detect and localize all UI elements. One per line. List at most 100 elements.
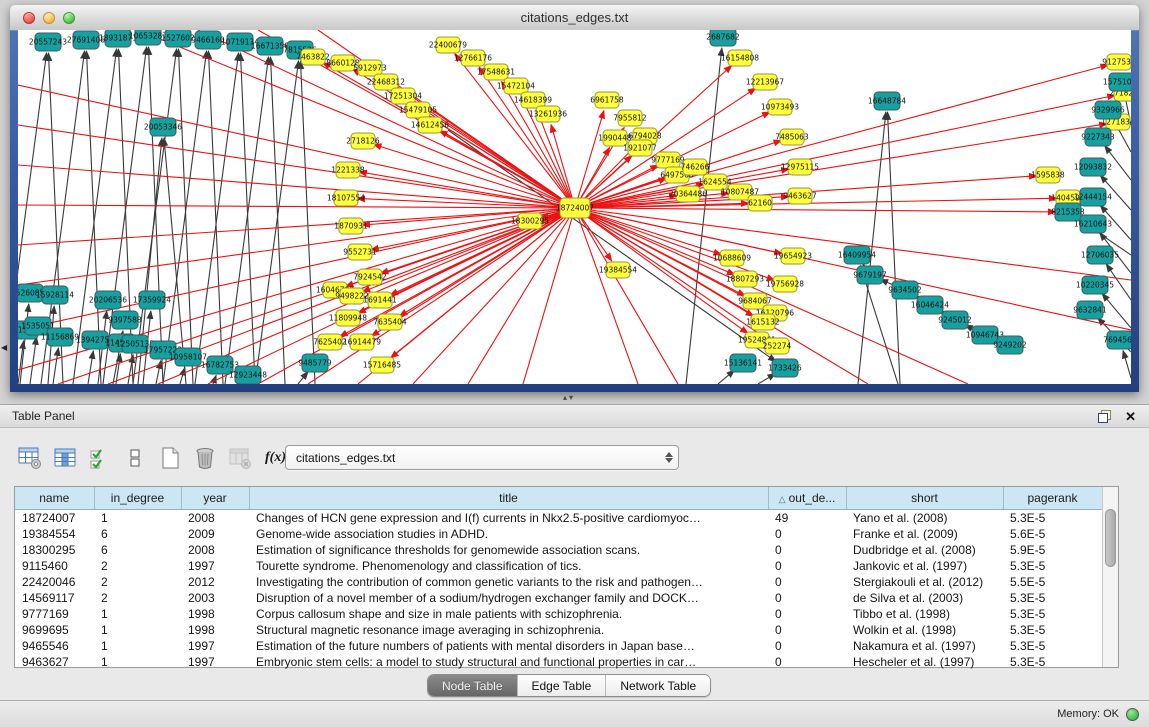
table-selector-value: citations_edges.txt [286,451,660,465]
node-label: 1595838 [1031,171,1065,180]
node-label: 17548631 [477,68,515,77]
table-cell: 0 [768,542,846,558]
node-label: 9679197 [853,271,887,280]
split-pane-handle[interactable]: ▴▾ [563,393,575,402]
node-label: 12706035 [1081,251,1119,260]
node-label: 15472104 [497,82,535,91]
node-label: 12213967 [746,78,784,87]
node-label: 9498222 [335,292,369,301]
node-label: 16782753 [201,361,239,370]
sort-ascending-icon: △ [779,494,786,504]
table-cell: 0 [768,606,846,622]
node-table-grid[interactable]: namein_degreeyeartitle△out_de...shortpag… [15,487,1103,670]
table-vertical-scrollbar[interactable] [1102,487,1118,667]
combo-stepper-icon [660,446,678,469]
table-cell: 1997 [181,654,249,670]
table-cell: 9463627 [15,654,94,670]
table-row[interactable]: 911546021997Tourette syndrome. Phenomeno… [15,558,1102,574]
float-panel-icon[interactable] [1098,410,1111,423]
table-cell: 6 [94,526,181,542]
table-header-row[interactable]: namein_degreeyeartitle△out_de...shortpag… [15,487,1102,510]
node-label: 1615132 [746,318,780,327]
table-row[interactable]: 1830029562008Estimation of significance … [15,542,1102,558]
node-label: 22400679 [429,41,467,50]
table-row[interactable]: 1872400712008Changes of HCN gene express… [15,510,1102,527]
node-label: 17359924 [133,296,171,305]
table-cell: 5.3E-5 [1003,606,1102,622]
node-label: 13261936 [529,110,567,119]
column-header[interactable]: name [15,487,94,510]
delete-column-icon[interactable] [191,444,219,472]
table-row[interactable]: 1456911722003Disruption of a novel membe… [15,590,1102,606]
node-label: 11156869 [41,333,79,342]
collapse-panel-icon[interactable]: ◀ [1,343,7,352]
tab-network-table[interactable]: Network Table [606,675,710,696]
column-header[interactable]: title [249,487,768,510]
table-cell: 5.5E-5 [1003,574,1102,590]
node-label: 7485063 [775,133,809,142]
node-label: 7694561 [1103,336,1131,345]
node-label: 19384554 [599,266,637,275]
table-cell: Yano et al. (2008) [846,510,1003,527]
node-label: 9466160 [191,36,225,45]
node-label: 12766176 [454,54,492,63]
table-cell: 5.3E-5 [1003,638,1102,654]
table-row[interactable]: 1938455462009Genome-wide association stu… [15,526,1102,542]
network-canvas[interactable]: 1872400720557243276914061893187110653287… [18,30,1131,384]
node-label: 1990448 [598,134,632,143]
function-builder-icon[interactable]: f(x) [265,450,286,466]
table-cell: Jankovic et al. (1997) [846,558,1003,574]
table-cell: Nakamura et al. (1997) [846,638,1003,654]
table-panel-header: Table Panel ✕ [0,404,1149,428]
window-titlebar[interactable]: citations_edges.txt [10,5,1139,31]
table-row[interactable]: 969969511998Structural magnetic resonanc… [15,622,1102,638]
node-label: 9245012 [938,316,972,325]
table-panel-title: Table Panel [12,409,75,423]
table-row[interactable]: 2242004622012Investigating the contribut… [15,574,1102,590]
node-label: 18724007 [556,204,594,213]
column-visibility-icon[interactable] [51,444,79,472]
zoom-window-icon[interactable] [63,12,75,24]
table-selector[interactable]: citations_edges.txt [285,445,679,470]
minimize-window-icon[interactable] [43,12,55,24]
create-column-icon[interactable] [156,444,184,472]
rows-icon[interactable] [121,444,149,472]
column-header[interactable]: short [846,487,1003,510]
node-label: 1624554 [698,178,732,187]
table-row[interactable]: 946362711997Embryonic stem cells: a mode… [15,654,1102,670]
memory-status-icon[interactable] [1126,708,1139,721]
table-cell: 5.3E-5 [1003,654,1102,670]
node-label: 16409954 [838,251,876,260]
table-cell: 1998 [181,606,249,622]
table-tabs: Node TableEdge TableNetwork Table [427,674,711,697]
table-row[interactable]: 977716911998Corpus callosum shape and si… [15,606,1102,622]
column-header[interactable]: △out_de... [768,487,846,510]
row-selection-icon[interactable] [86,444,114,472]
node-label: 20053346 [144,123,182,132]
table-cell: Structural magnetic resonance image aver… [249,622,768,638]
node-label: 16210643 [1074,220,1112,229]
column-header[interactable]: year [181,487,249,510]
tab-edge-table[interactable]: Edge Table [518,675,607,696]
node-label: 19756928 [766,280,804,289]
delete-table-icon [226,444,254,472]
close-panel-icon[interactable]: ✕ [1125,410,1136,423]
table-cell: 1 [94,606,181,622]
node-label: 18807293 [726,275,764,284]
node-label: 6794028 [628,132,662,141]
table-row[interactable]: 946554611997Estimation of the future num… [15,638,1102,654]
node-label: 252274 [763,342,792,351]
table-mode-icon[interactable] [16,444,44,472]
table-cell: 2 [94,558,181,574]
table-cell: 2009 [181,526,249,542]
scrollbar-thumb[interactable] [1105,509,1116,567]
close-window-icon[interactable] [23,12,35,24]
node-label: 9634502 [888,286,922,295]
tab-node-table[interactable]: Node Table [428,675,518,696]
column-header[interactable]: in_degree [94,487,181,510]
column-header[interactable]: pagerank [1003,487,1102,510]
table-cell: Wolkin et al. (1998) [846,622,1003,638]
network-window: citations_edges.txt 18724007205572432769… [10,5,1139,392]
node-label: 9552731 [343,248,377,257]
table-cell: 9115460 [15,558,94,574]
